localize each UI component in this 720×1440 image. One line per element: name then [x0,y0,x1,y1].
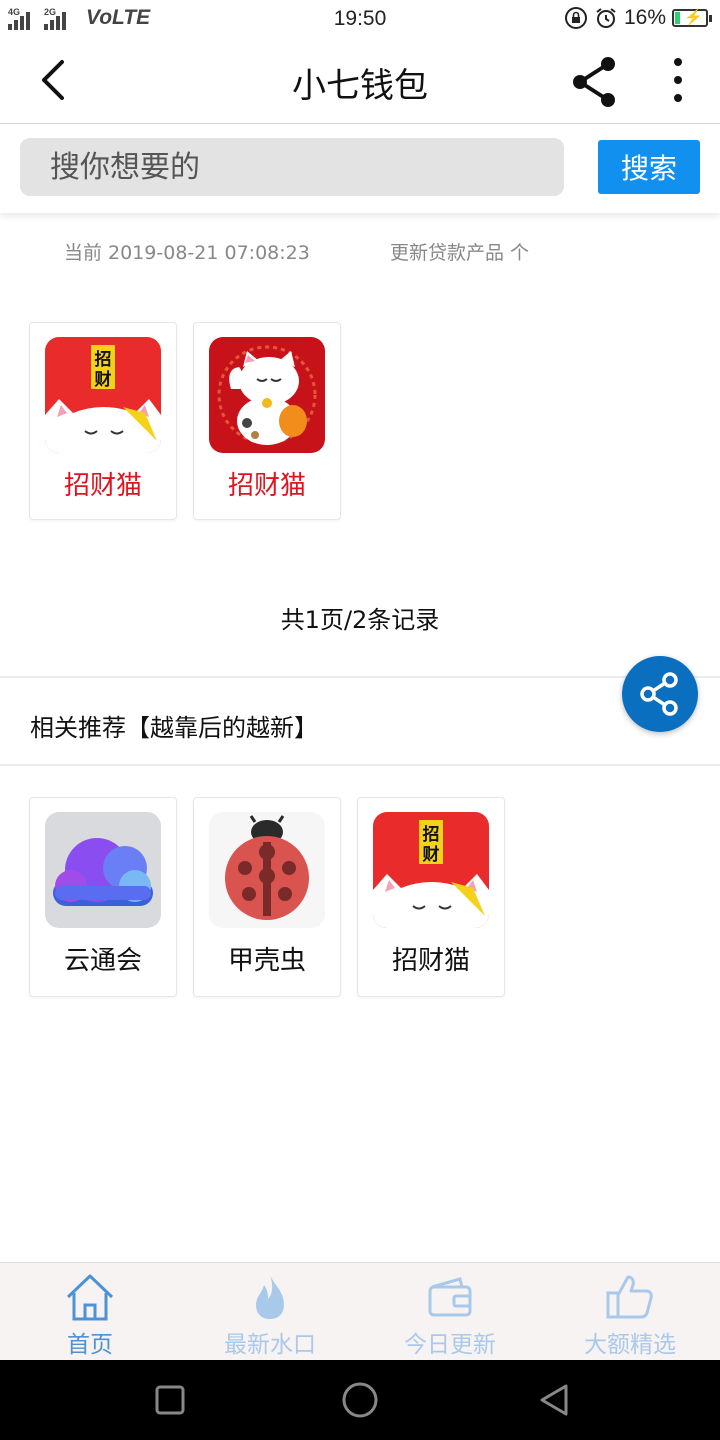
status-bar: 4G 2G VoLTE 19:50 16% ⚡ [0,0,720,38]
system-navigation-bar [0,1360,720,1440]
related-tile[interactable]: 甲壳虫 [193,797,341,997]
nav-label: 首页 [67,1332,113,1358]
rotation-lock-icon [564,7,587,29]
section-divider [0,764,720,766]
section-divider [0,676,720,678]
related-name: 甲壳虫 [227,946,306,976]
search-input[interactable] [20,138,564,196]
related-tile[interactable]: 云通会 [29,797,177,997]
nav-latest[interactable]: 最新水口 [180,1263,360,1361]
nav-today[interactable]: 今日更新 [360,1263,540,1361]
related-heading: 相关推荐【越靠后的越新】 [30,714,318,742]
share-icon[interactable] [566,54,622,110]
related-tile[interactable]: 招 财 招财猫 [357,797,505,997]
bottom-nav: 首页 最新水口 今日更新 大额精选 [0,1262,720,1360]
current-time-text: 当前 2019-08-21 07:08:23 [64,242,310,264]
lucky-cat-icon [209,337,325,453]
product-name: 招财猫 [227,471,306,501]
app-header: 小七钱包 [0,38,720,124]
fire-icon [256,1275,284,1319]
battery-icon: ⚡ [672,9,712,27]
status-right: 16% ⚡ [564,6,712,30]
home-icon [66,1274,114,1321]
svg-text:财: 财 [422,844,440,865]
share-icon [640,672,678,716]
records-count: 共1页/2条记录 [280,606,440,634]
zhaocaimao-red-icon: 招 财 [45,337,161,453]
battery-percent: 16% [623,6,666,29]
related-name: 招财猫 [391,946,470,976]
ladybug-icon [209,812,325,928]
product-tile[interactable]: 招 财 招财猫 [29,322,177,520]
nav-label: 今日更新 [404,1332,496,1358]
home-circle-icon[interactable] [338,1378,382,1422]
product-name: 招财猫 [63,471,142,501]
nav-home[interactable]: 首页 [0,1263,180,1361]
update-count-text: 更新贷款产品 个 [390,242,530,264]
svg-text:招: 招 [95,349,112,370]
svg-text:财: 财 [94,369,112,390]
alarm-icon [596,8,616,28]
more-options-icon[interactable] [660,54,696,110]
recent-apps-icon[interactable] [150,1380,190,1420]
wallet-icon [428,1277,472,1317]
nav-label: 最新水口 [224,1332,316,1358]
nav-selected[interactable]: 大额精选 [540,1263,720,1361]
related-name: 云通会 [63,946,142,976]
search-button[interactable]: 搜索 [598,140,700,194]
cloud-icon [45,812,161,928]
nav-label: 大额精选 [584,1332,676,1358]
zhaocaimao-red-icon: 招 财 [373,812,489,928]
floating-share-button[interactable] [622,656,698,732]
search-bar: 搜索 [0,125,720,213]
thumbs-up-icon [606,1275,653,1319]
product-tile[interactable]: 招财猫 [193,322,341,520]
svg-text:招: 招 [423,824,440,845]
back-triangle-icon[interactable] [534,1380,574,1420]
